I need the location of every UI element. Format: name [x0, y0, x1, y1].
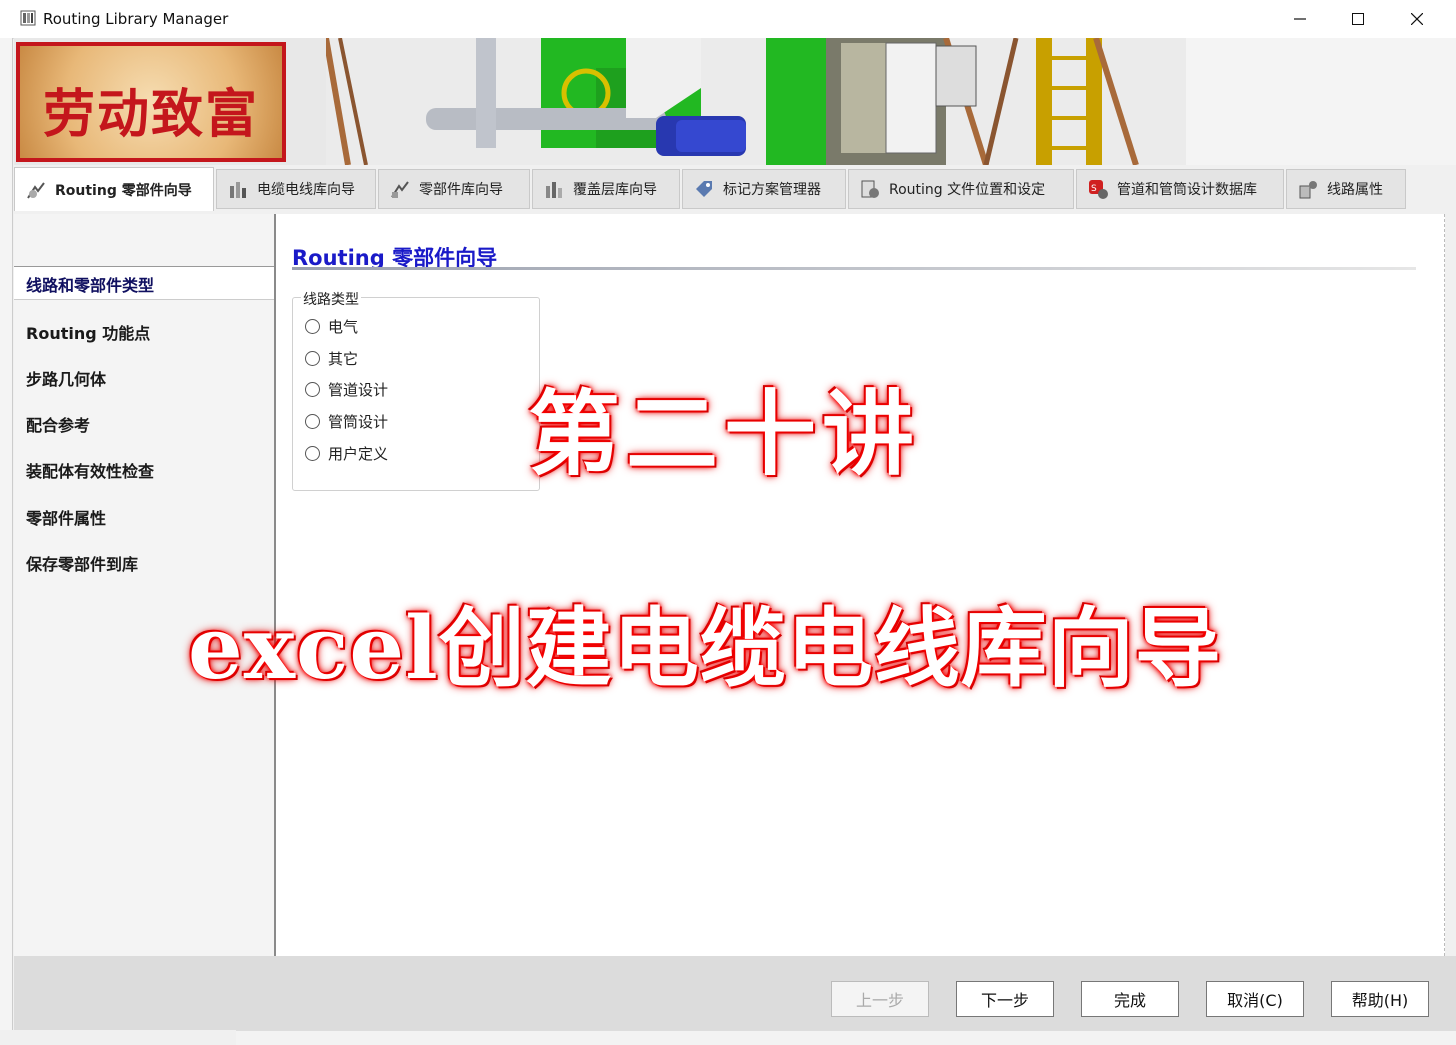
nav-item-save-to-library[interactable]: 保存零部件到库	[26, 551, 138, 575]
tag-scheme-icon	[696, 181, 712, 197]
nav-item-assembly-check[interactable]: 装配体有效性检查	[26, 458, 154, 482]
radio-label: 其它	[328, 350, 359, 368]
radio-other[interactable]: 其它	[305, 348, 358, 369]
maximize-button[interactable]	[1329, 0, 1387, 38]
radio-circle[interactable]	[305, 382, 320, 397]
tab-label: 标记方案管理器	[723, 182, 821, 198]
tab-label: 覆盖层库向导	[573, 182, 657, 198]
maximize-icon	[1352, 13, 1364, 25]
help-button[interactable]: 帮助(H)	[1331, 981, 1429, 1017]
radio-electrical[interactable]: 电气	[305, 316, 358, 337]
radio-label: 用户定义	[328, 445, 389, 463]
title-divider	[292, 267, 1416, 270]
close-icon	[1411, 13, 1423, 25]
radio-piping[interactable]: 管道设计	[305, 379, 388, 400]
overlay-lesson-title: excel创建电缆电线库向导	[188, 598, 1222, 699]
radio-tubing[interactable]: 管筒设计	[305, 411, 388, 432]
radio-circle[interactable]	[305, 446, 320, 461]
tab-cable-wizard[interactable]: 电缆电线库向导	[216, 169, 376, 209]
component-library-icon	[391, 181, 409, 198]
radio-label: 管筒设计	[328, 413, 389, 431]
app-icon	[20, 10, 36, 26]
radio-circle[interactable]	[305, 351, 320, 366]
nav-item-mate-references[interactable]: 配合参考	[26, 412, 90, 436]
tab-sw-database[interactable]: S 管道和管筒设计数据库	[1076, 169, 1284, 209]
radio-circle[interactable]	[305, 319, 320, 334]
tab-label: 线路属性	[1327, 182, 1383, 198]
minimize-button[interactable]	[1271, 0, 1329, 38]
back-button[interactable]: 上一步	[831, 981, 929, 1017]
route-type-group: 线路类型 电气 其它 管道设计 管筒设计 用户定义	[292, 289, 540, 491]
nav-item-routing-points[interactable]: Routing 功能点	[26, 320, 150, 344]
covering-library-icon	[546, 182, 562, 198]
taskbar-strip	[236, 1030, 1456, 1045]
button-bar: 上一步 下一步 完成 取消(C) 帮助(H)	[14, 956, 1456, 1030]
tab-bar: Routing 零部件向导 电缆电线库向导 零部件库向导 覆盖层库向导 标记方案…	[14, 167, 1446, 211]
logo: 劳动致富	[16, 42, 286, 162]
svg-text:S: S	[1091, 184, 1097, 194]
cable-wizard-icon	[230, 182, 246, 198]
radio-user-defined[interactable]: 用户定义	[305, 443, 388, 464]
logo-text: 劳动致富	[42, 84, 259, 145]
nav-item-route-geometry[interactable]: 步路几何体	[26, 366, 106, 390]
route-properties-icon	[1299, 181, 1317, 199]
route-type-label: 线路类型	[301, 289, 361, 309]
title-bar: Routing Library Manager	[0, 0, 1456, 39]
tab-covering-library[interactable]: 覆盖层库向导	[532, 169, 680, 209]
nav-item-route-type[interactable]: 线路和零部件类型	[26, 272, 154, 296]
minimize-icon	[1294, 18, 1306, 20]
tab-component-library[interactable]: 零部件库向导	[378, 169, 530, 209]
tab-file-location[interactable]: Routing 文件位置和设定	[848, 169, 1074, 209]
banner-illustration	[326, 38, 1456, 165]
tab-label: Routing 零部件向导	[55, 182, 192, 199]
file-location-icon	[861, 180, 879, 198]
overlay-lesson-number: 第二十讲	[528, 380, 921, 488]
part-wizard-icon	[27, 181, 45, 199]
background-window-edge	[0, 38, 13, 1030]
tab-label: Routing 文件位置和设定	[889, 182, 1046, 198]
next-button[interactable]: 下一步	[956, 981, 1054, 1017]
tab-label: 电缆电线库向导	[257, 182, 355, 198]
close-button[interactable]	[1388, 0, 1446, 38]
radio-label: 管道设计	[328, 381, 389, 399]
window-title: Routing Library Manager	[43, 10, 229, 28]
banner: 劳动致富	[14, 38, 1456, 165]
radio-label: 电气	[328, 318, 359, 336]
cancel-button[interactable]: 取消(C)	[1206, 981, 1304, 1017]
tab-tag-scheme[interactable]: 标记方案管理器	[682, 169, 846, 209]
tab-label: 零部件库向导	[419, 182, 503, 198]
tab-label: 管道和管筒设计数据库	[1117, 182, 1257, 198]
tab-route-properties[interactable]: 线路属性	[1286, 169, 1406, 209]
tab-part-wizard[interactable]: Routing 零部件向导	[14, 167, 214, 211]
sw-database-icon: S	[1089, 180, 1108, 199]
nav-item-component-properties[interactable]: 零部件属性	[26, 505, 106, 529]
radio-circle[interactable]	[305, 414, 320, 429]
finish-button[interactable]: 完成	[1081, 981, 1179, 1017]
